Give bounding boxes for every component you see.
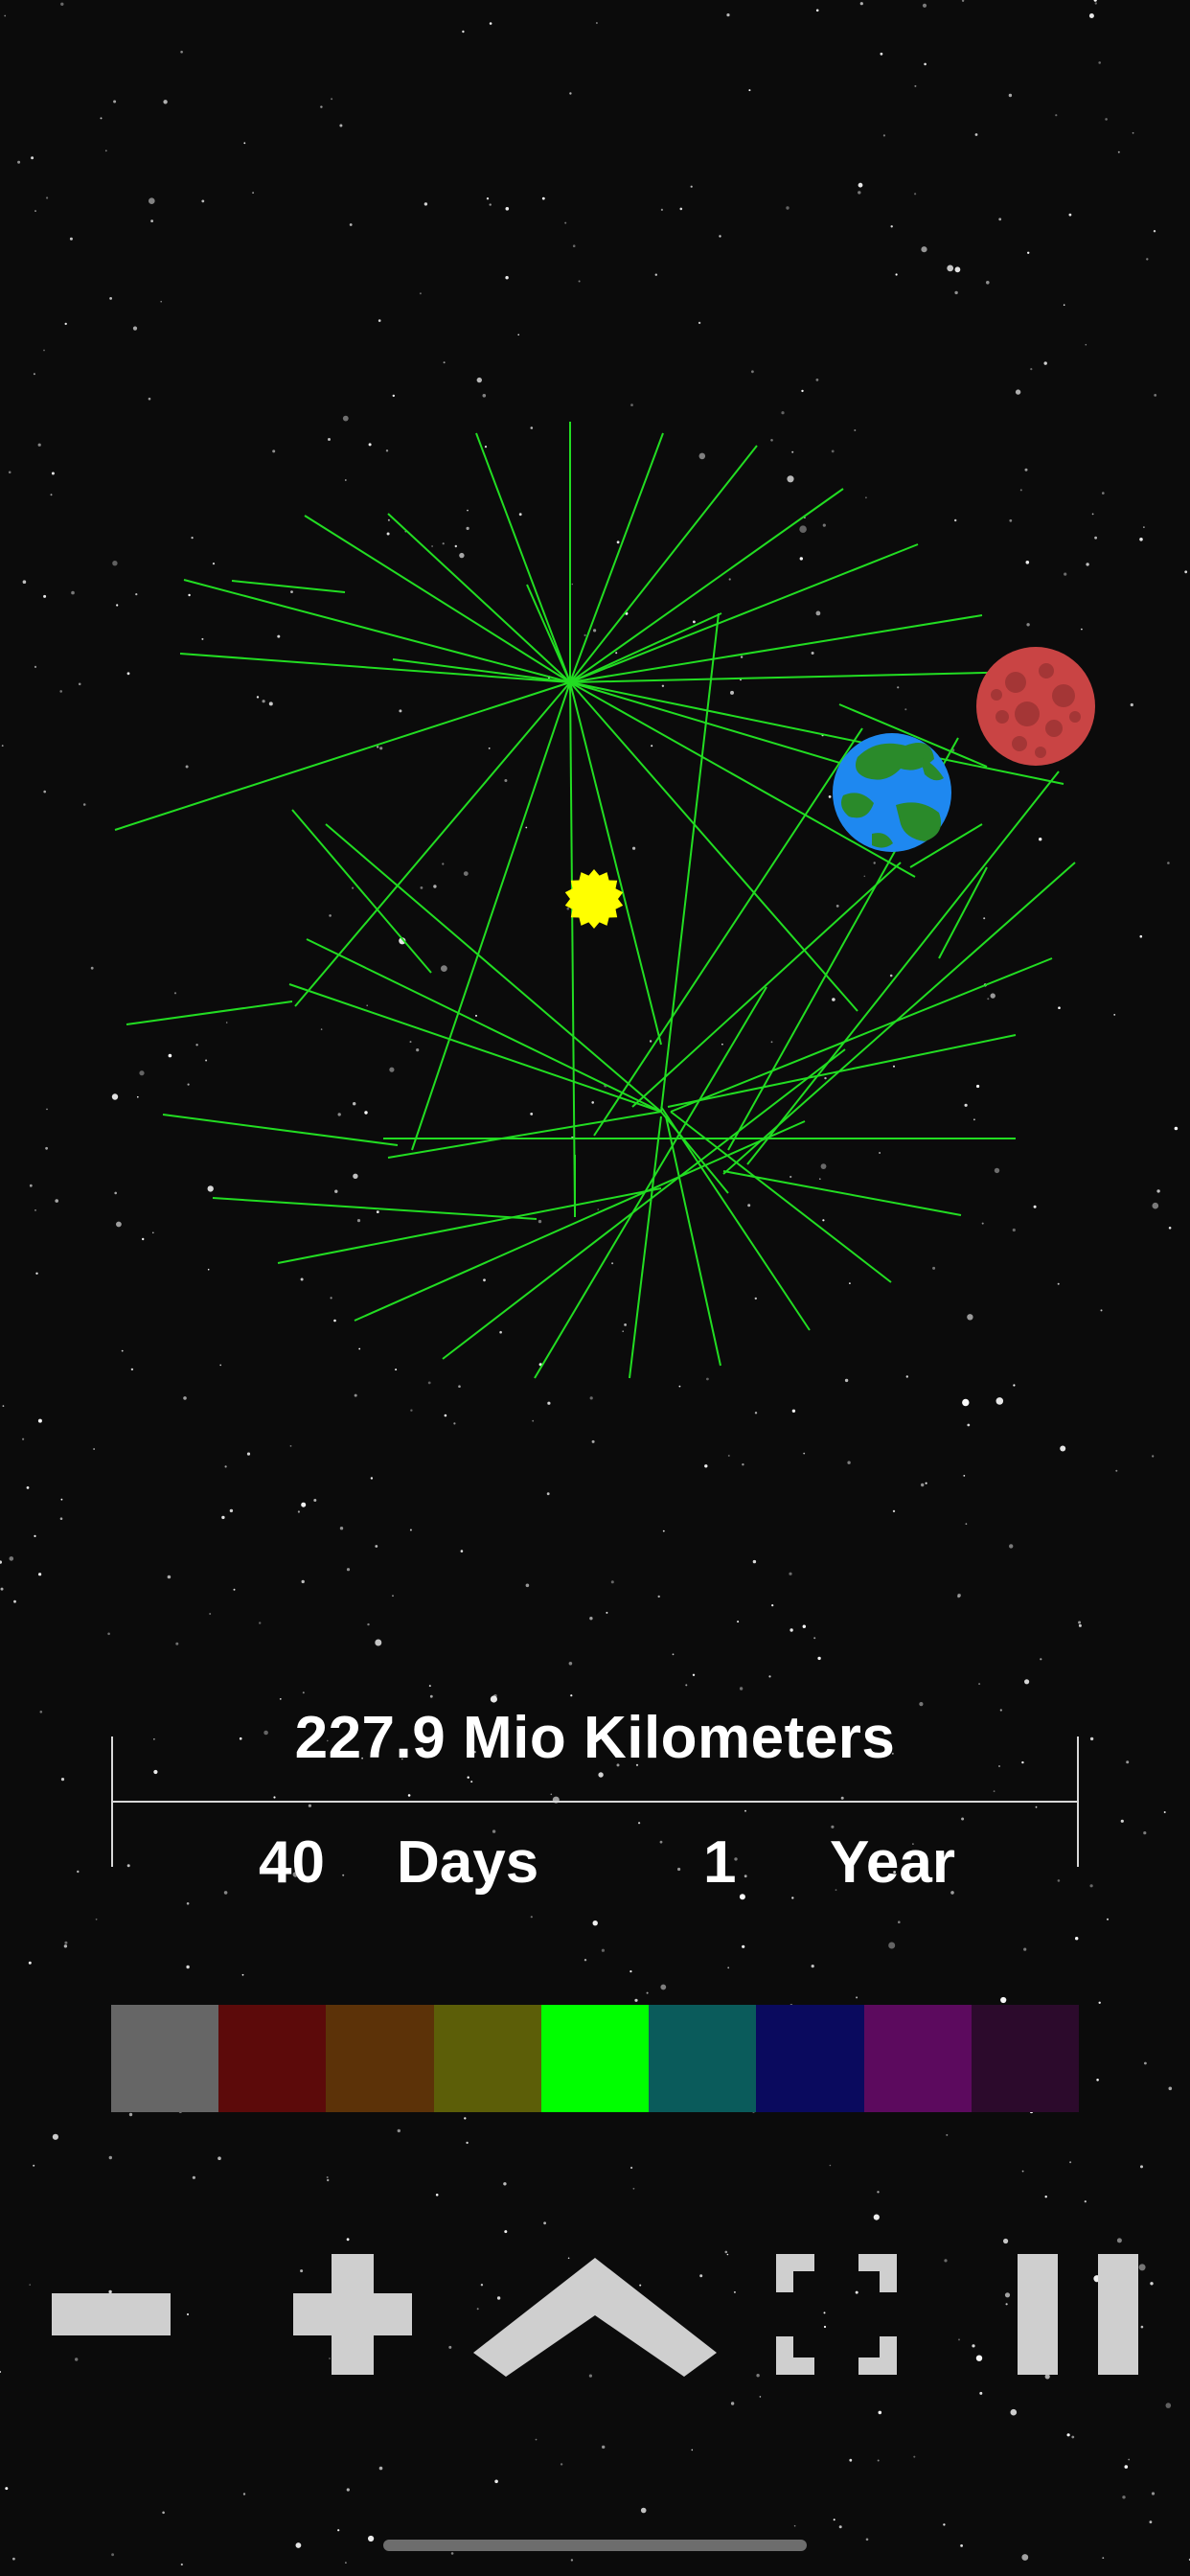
color-palette	[111, 2005, 1079, 2112]
days-label: Days	[397, 1829, 539, 1896]
mars-planet[interactable]	[976, 647, 1095, 766]
color-swatch[interactable]	[326, 2005, 434, 2112]
days-value: 40	[259, 1829, 325, 1896]
control-bar	[0, 2242, 1190, 2386]
plus-icon	[293, 2254, 412, 2375]
expand-up-button[interactable]	[473, 2242, 717, 2386]
home-indicator	[383, 2540, 807, 2551]
fullscreen-button[interactable]	[774, 2242, 899, 2386]
color-swatch[interactable]	[540, 2005, 650, 2112]
color-swatch[interactable]	[649, 2005, 757, 2112]
chevron-up-icon	[473, 2258, 717, 2377]
color-swatch[interactable]	[218, 2005, 327, 2112]
zoom-out-button[interactable]	[50, 2242, 172, 2386]
color-swatch[interactable]	[756, 2005, 864, 2112]
years-value: 1	[703, 1829, 737, 1896]
years-label: Year	[830, 1829, 956, 1896]
color-swatch[interactable]	[971, 2005, 1079, 2112]
orbit-canvas[interactable]	[0, 0, 1190, 1629]
zoom-in-button[interactable]	[291, 2242, 414, 2386]
distance-label: 227.9 Mio Kilometers	[294, 1705, 896, 1771]
sun-icon	[564, 869, 624, 929]
pause-icon	[1018, 2254, 1138, 2375]
pause-button[interactable]	[1016, 2242, 1140, 2386]
color-swatch[interactable]	[863, 2005, 972, 2112]
fullscreen-icon	[776, 2254, 897, 2375]
minus-icon	[52, 2293, 171, 2335]
scale-line	[111, 1801, 1079, 1803]
color-swatch[interactable]	[433, 2005, 541, 2112]
earth-planet[interactable]	[833, 733, 951, 852]
color-swatch[interactable]	[111, 2005, 219, 2112]
